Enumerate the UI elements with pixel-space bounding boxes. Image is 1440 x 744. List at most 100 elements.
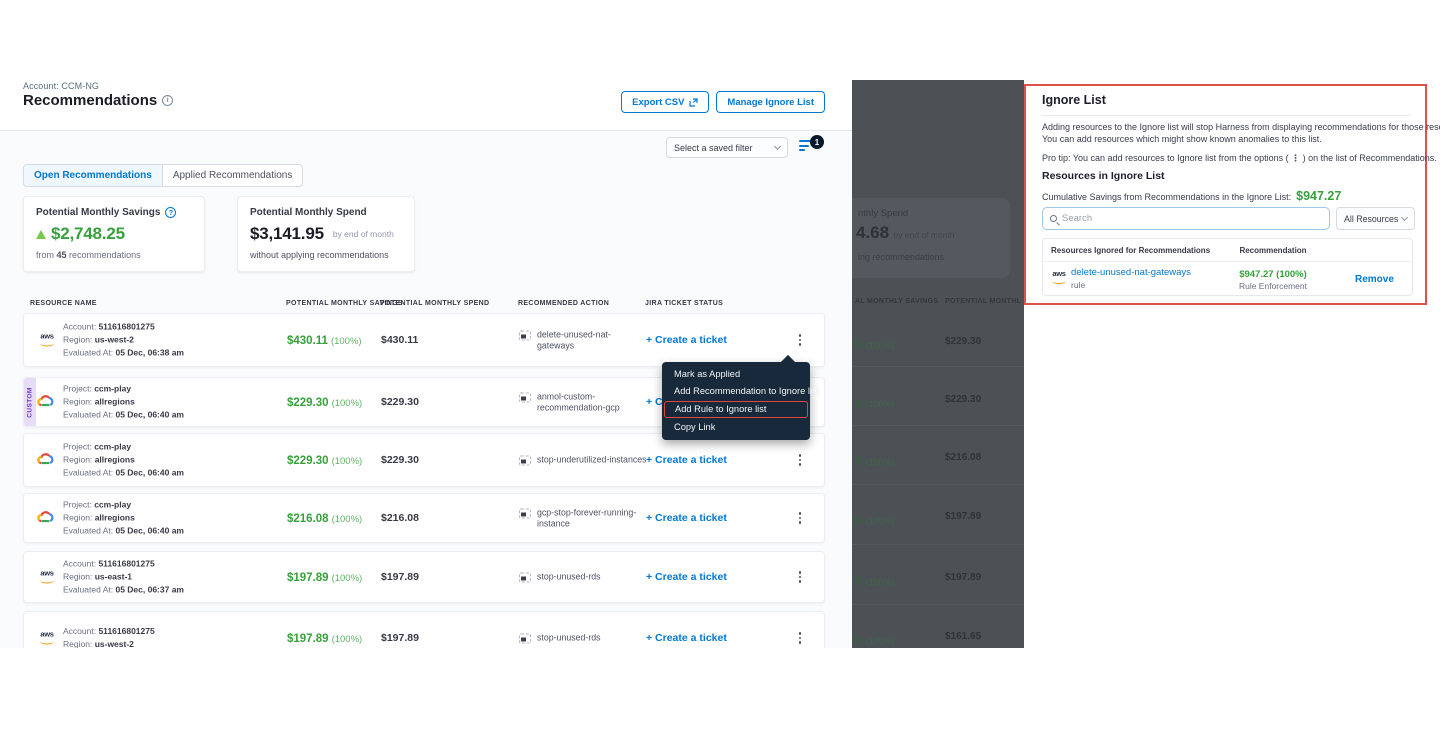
- action-icon: [519, 573, 531, 583]
- gcp-icon: [37, 395, 57, 410]
- spend-card-note: without applying recommendations: [250, 250, 402, 260]
- filter-count-badge: 1: [810, 135, 824, 149]
- ignore-list-search[interactable]: [1042, 207, 1330, 230]
- action-icon: [519, 634, 531, 644]
- dimmed-card-label: nthly Spend: [858, 208, 908, 219]
- cumulative-savings: Cumulative Savings from Recommendations …: [1042, 189, 1341, 203]
- create-ticket-link[interactable]: + Create a ticket: [646, 454, 727, 466]
- search-input[interactable]: [1062, 213, 1322, 224]
- dimmed-spend-value: $161.65: [945, 631, 981, 642]
- export-csv-button[interactable]: Export CSV: [621, 91, 709, 113]
- ignore-list-description: You can add resources which might show k…: [1042, 133, 1322, 145]
- action-name: stop-underutilized-instances: [537, 455, 647, 466]
- saved-filter-select[interactable]: Select a saved filter: [666, 137, 788, 158]
- spend-value: $216.08: [381, 512, 419, 524]
- spend-value: $430.11: [381, 334, 418, 346]
- tab-applied-recommendations[interactable]: Applied Recommendations: [163, 165, 303, 186]
- custom-badge: CUSTOM: [24, 378, 36, 426]
- savings-amount: $2,748.25: [51, 224, 125, 244]
- row-options-menu: Mark as Applied Add Recommendation to Ig…: [662, 362, 810, 440]
- create-ticket-link[interactable]: + Create a ticket: [646, 334, 727, 346]
- cumulative-savings-amount: $947.27: [1296, 189, 1341, 203]
- resource-type-filter[interactable]: All Resources: [1336, 207, 1415, 230]
- ignored-resources-table: Resources Ignored for Recommendations Re…: [1042, 238, 1413, 296]
- spend-suffix: by end of month: [333, 229, 394, 239]
- action-name: stop-unused-rds: [537, 572, 601, 583]
- ignore-list-title: Ignore List: [1042, 93, 1106, 107]
- manage-ignore-list-button[interactable]: Manage Ignore List: [716, 91, 825, 113]
- spend-value: $197.89: [381, 571, 419, 583]
- action-icon: [519, 331, 531, 341]
- create-ticket-link[interactable]: + Create a ticket: [646, 512, 727, 524]
- gcp-icon: [37, 453, 57, 468]
- chevron-down-icon: [1401, 213, 1408, 220]
- info-icon[interactable]: i: [162, 95, 173, 106]
- gcp-icon: [37, 511, 57, 526]
- action-name: anmol-custom-recommendation-gcp: [537, 392, 647, 413]
- header-divider: [0, 130, 852, 131]
- table-row[interactable]: Project: ccm-play Region: allregions Eva…: [23, 493, 825, 543]
- row-options-kebab-icon[interactable]: [793, 630, 807, 646]
- savings-value: $430.11: [287, 335, 328, 347]
- create-ticket-link[interactable]: + Create a ticket: [646, 571, 727, 583]
- resources-section-title: Resources in Ignore List: [1042, 170, 1165, 182]
- column-header-jira: JIRA TICKET STATUS: [645, 300, 723, 307]
- manage-ignore-list-label: Manage Ignore List: [727, 97, 814, 108]
- create-ticket-link[interactable]: + Create a ticket: [646, 632, 727, 644]
- dimmed-spend-value: $229.30: [945, 336, 981, 347]
- table-row[interactable]: aws Account: 511616801275 Region: us-wes…: [23, 611, 825, 648]
- column-header-action: RECOMMENDED ACTION: [518, 300, 609, 307]
- cumulative-savings-label: Cumulative Savings from Recommendations …: [1042, 192, 1291, 202]
- ignored-resource-link[interactable]: delete-unused-nat-gateways: [1071, 267, 1191, 278]
- savings-card-label: Potential Monthly Savings: [36, 207, 160, 218]
- action-name: delete-unused-nat-gateways: [537, 330, 647, 351]
- aws-icon: aws: [1050, 270, 1068, 284]
- potential-savings-card: Potential Monthly Savings ? $2,748.25 fr…: [23, 196, 205, 272]
- chevron-down-icon: [774, 142, 781, 149]
- column-header-ignored-resources: Resources Ignored for Recommendations: [1051, 246, 1210, 255]
- table-row[interactable]: aws Account: 511616801275 Region: us-eas…: [23, 551, 825, 603]
- recommendation-count: 45: [57, 250, 67, 260]
- dimmed-spend-value: $216.08: [945, 452, 981, 463]
- potential-spend-card: Potential Monthly Spend $3,141.95 by end…: [237, 196, 415, 272]
- column-header-spend: POTENTIAL MONTHLY SPEND: [380, 300, 489, 307]
- menu-item-add-recommendation-to-ignore-list[interactable]: Add Recommendation to Ignore list: [662, 383, 810, 400]
- breadcrumb[interactable]: Account: CCM-NG: [23, 81, 99, 91]
- tab-open-recommendations[interactable]: Open Recommendations: [24, 165, 163, 186]
- recommendations-page: Account: CCM-NG Recommendations i Export…: [0, 80, 852, 648]
- help-icon[interactable]: ?: [165, 207, 176, 218]
- search-icon: [1050, 215, 1057, 222]
- spend-value: $197.89: [381, 632, 419, 644]
- savings-value: $197.89: [287, 572, 329, 584]
- action-icon: [519, 393, 531, 403]
- aws-icon: aws: [37, 570, 57, 585]
- savings-value: $197.89: [287, 633, 329, 645]
- spend-value: $229.30: [381, 396, 419, 408]
- spend-value: $229.30: [381, 454, 419, 466]
- spend-card-label: Potential Monthly Spend: [250, 207, 367, 218]
- savings-value: $216.08: [287, 513, 329, 525]
- action-name: gcp-stop-forever-running-instance: [537, 508, 647, 529]
- spend-amount: $3,141.95: [250, 224, 324, 244]
- row-options-kebab-icon[interactable]: [793, 569, 807, 585]
- export-csv-label: Export CSV: [632, 97, 684, 108]
- ignore-list-description: Adding resources to the Ignore list will…: [1042, 121, 1440, 133]
- resource-filter-value: All Resources: [1344, 214, 1398, 224]
- ignored-savings-source: Rule Enforcement: [1218, 281, 1328, 291]
- remove-button[interactable]: Remove: [1355, 274, 1394, 285]
- menu-item-copy-link[interactable]: Copy Link: [662, 419, 810, 436]
- menu-item-add-rule-to-ignore-list[interactable]: Add Rule to Ignore list: [664, 401, 808, 418]
- row-options-kebab-icon[interactable]: [793, 332, 807, 348]
- ignored-savings-value: $947.27 (100%): [1218, 269, 1328, 280]
- table-row[interactable]: Project: ccm-play Region: allregions Eva…: [23, 433, 825, 487]
- table-header-divider: [1043, 261, 1412, 262]
- menu-item-mark-as-applied[interactable]: Mark as Applied: [662, 366, 810, 383]
- action-icon: [519, 509, 531, 519]
- row-options-kebab-icon[interactable]: [793, 452, 807, 468]
- external-link-icon: [689, 98, 698, 107]
- aws-icon: aws: [37, 333, 57, 348]
- savings-value: $229.30: [287, 455, 329, 467]
- row-options-kebab-icon[interactable]: [793, 510, 807, 526]
- table-row[interactable]: aws Account: 511616801275 Region: us-wes…: [23, 313, 825, 367]
- dimmed-card-suffix: by end of month: [894, 230, 955, 240]
